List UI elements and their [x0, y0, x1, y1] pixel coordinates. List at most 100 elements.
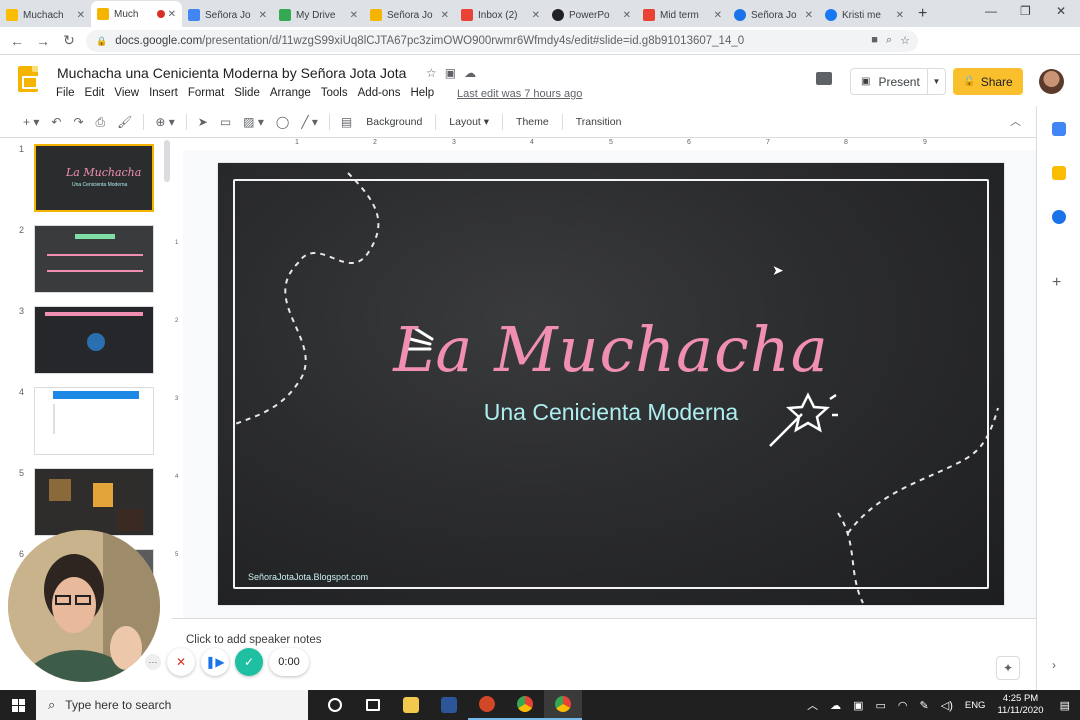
move-folder-icon[interactable]: ▣ [445, 66, 456, 80]
close-icon[interactable]: ✕ [532, 10, 540, 21]
menu-insert[interactable]: Insert [149, 87, 178, 99]
present-dropdown-icon[interactable]: ▼ [927, 69, 945, 94]
close-icon[interactable]: ✕ [168, 9, 176, 20]
image-icon[interactable]: ▨ ▾ [243, 115, 264, 129]
current-slide[interactable]: La Muchacha Una Cenicienta Moderna Señor… [218, 163, 1004, 605]
browser-tab[interactable]: My Drive ✕ [273, 3, 364, 27]
slide-thumbnail[interactable] [34, 225, 154, 293]
address-bar[interactable]: 🔒 docs.google.com/presentation/d/11wzgS9… [86, 30, 918, 52]
browser-tab[interactable]: Inbox (2) ✕ [455, 3, 546, 27]
slide-title[interactable]: La Muchacha [218, 313, 1004, 386]
close-icon[interactable]: ✕ [77, 10, 85, 21]
tasks-icon[interactable] [1052, 210, 1066, 224]
more-options-icon[interactable]: ⋯ [145, 654, 161, 670]
explore-icon[interactable]: ✦ [996, 656, 1020, 680]
comments-icon[interactable] [816, 72, 832, 85]
menu-tools[interactable]: Tools [321, 87, 348, 99]
menu-format[interactable]: Format [188, 87, 224, 99]
filmstrip-scrollbar[interactable] [164, 140, 170, 182]
network-icon[interactable]: ◠ [898, 699, 908, 712]
slide-thumbnail[interactable] [34, 387, 154, 455]
window-close-icon[interactable]: ✕ [1056, 4, 1066, 18]
paint-format-icon[interactable]: 🖌 [117, 115, 132, 129]
battery-icon[interactable]: ▭ [876, 699, 886, 712]
slide-thumbnail[interactable] [34, 468, 154, 536]
browser-tab[interactable]: PowerPo ✕ [546, 3, 637, 27]
new-slide-icon[interactable]: + ▾ [23, 115, 39, 129]
undo-icon[interactable]: ↶ [51, 115, 61, 129]
close-icon[interactable]: ✕ [441, 10, 449, 21]
present-button[interactable]: ▣ Present ▼ [850, 68, 946, 95]
slide-thumbnail[interactable]: La Muchacha Una Cenicienta Moderna [34, 144, 154, 212]
cortana-icon[interactable] [316, 690, 354, 720]
layout-button[interactable]: Layout ▾ [449, 116, 489, 128]
browser-tab[interactable]: Señora Jo ✕ [182, 3, 273, 27]
expand-panel-icon[interactable]: › [1052, 658, 1066, 672]
slides-logo-icon[interactable] [18, 66, 38, 92]
last-edit-link[interactable]: Last edit was 7 hours ago [457, 88, 582, 100]
browser-tab[interactable]: Mid term ✕ [637, 3, 728, 27]
bookmark-star-icon[interactable]: ☆ [900, 34, 910, 47]
close-icon[interactable]: ✕ [805, 10, 813, 21]
new-tab-button[interactable]: + [918, 5, 927, 23]
webcam-bubble[interactable] [8, 530, 160, 682]
comment-add-icon[interactable]: ▤ [341, 115, 352, 129]
finish-recording-button[interactable]: ✓ [235, 648, 263, 676]
close-icon[interactable]: ✕ [714, 10, 722, 21]
forward-icon[interactable]: → [30, 33, 56, 49]
document-title[interactable]: Muchacha una Cenicienta Moderna by Señor… [57, 65, 406, 81]
restore-icon[interactable]: ❐ [1020, 4, 1031, 18]
slide-thumbnail[interactable] [34, 306, 154, 374]
speaker-notes[interactable]: Click to add speaker notes [186, 634, 322, 646]
close-icon[interactable]: ✕ [623, 10, 631, 21]
pause-recording-button[interactable]: ❚▶ [201, 648, 229, 676]
shape-icon[interactable]: ◯ [276, 115, 289, 129]
close-icon[interactable]: ✕ [350, 10, 358, 21]
onedrive-icon[interactable]: ☁ [830, 699, 841, 712]
taskbar-clock[interactable]: 4:25 PM 11/11/2020 [997, 693, 1043, 717]
notes-resize-handle[interactable] [172, 618, 1036, 624]
collapse-toolbar-icon[interactable]: ︿ [1010, 113, 1021, 129]
menu-view[interactable]: View [114, 87, 139, 99]
select-cursor-icon[interactable]: ➤ [198, 115, 208, 129]
camera-icon[interactable]: ■ [871, 34, 878, 47]
notifications-icon[interactable]: ▤ [1060, 699, 1070, 712]
calendar-icon[interactable] [1052, 122, 1066, 136]
slide-footer-url[interactable]: SeñoraJotaJota.Blogspot.com [248, 572, 368, 582]
add-addon-icon[interactable]: + [1052, 275, 1066, 291]
reload-icon[interactable]: ↻ [56, 32, 82, 49]
theme-button[interactable]: Theme [516, 116, 549, 128]
menu-edit[interactable]: Edit [85, 87, 105, 99]
file-explorer-icon[interactable] [392, 690, 430, 720]
slide-subtitle[interactable]: Una Cenicienta Moderna [218, 399, 1004, 426]
close-icon[interactable]: ✕ [896, 10, 904, 21]
textbox-icon[interactable]: ▭ [220, 115, 231, 129]
language-indicator[interactable]: ENG [965, 700, 986, 711]
browser-tab[interactable]: Muchach ✕ [0, 3, 91, 27]
taskbar-search[interactable]: ⌕ Type here to search [36, 690, 308, 720]
transition-button[interactable]: Transition [576, 116, 622, 128]
line-icon[interactable]: ╱ ▾ [301, 115, 318, 129]
menu-addons[interactable]: Add-ons [358, 87, 401, 99]
pen-icon[interactable]: ✎ [920, 699, 929, 712]
minimize-icon[interactable]: — [985, 4, 997, 18]
browser-tab-active[interactable]: Much ✕ [91, 1, 182, 27]
word-icon[interactable] [430, 690, 468, 720]
start-button[interactable] [0, 690, 36, 720]
star-icon[interactable]: ☆ [426, 66, 437, 80]
account-avatar[interactable] [1039, 69, 1064, 94]
menu-file[interactable]: File [56, 87, 75, 99]
share-button[interactable]: 🔒 Share [953, 68, 1023, 95]
chrome-icon[interactable] [506, 690, 544, 720]
print-icon[interactable]: ⎙ [96, 115, 106, 130]
show-hidden-icons-icon[interactable]: ︿ [807, 697, 818, 713]
keep-icon[interactable] [1052, 166, 1066, 180]
cancel-recording-button[interactable]: ✕ [167, 648, 195, 676]
powerpoint-icon[interactable] [468, 690, 506, 720]
zoom-icon[interactable]: ⊕ ▾ [155, 115, 174, 129]
chrome-profile-icon[interactable] [544, 690, 582, 720]
back-icon[interactable]: ← [4, 33, 30, 49]
redo-icon[interactable]: ↷ [73, 115, 83, 129]
background-button[interactable]: Background [366, 116, 422, 128]
task-view-icon[interactable] [354, 690, 392, 720]
